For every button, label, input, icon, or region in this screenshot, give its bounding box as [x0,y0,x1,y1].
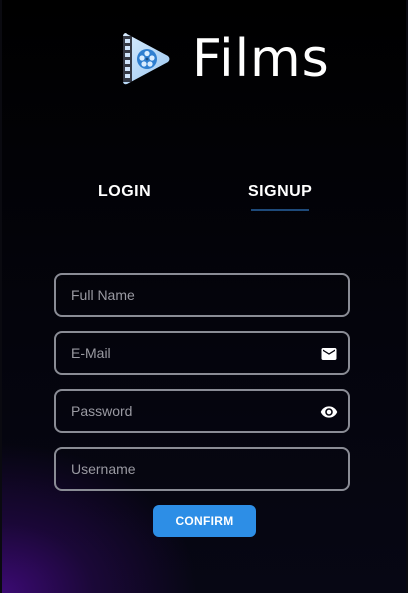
active-tab-indicator [251,209,309,211]
email-input[interactable] [56,345,311,361]
signup-screen: Films LOGIN SIGNUP CONFIRM [2,0,406,593]
full-name-field[interactable] [54,273,350,317]
eye-icon[interactable] [320,403,338,421]
app-logo: Films [120,30,330,88]
confirm-button[interactable]: CONFIRM [153,505,256,537]
full-name-input[interactable] [56,287,311,303]
password-input[interactable] [56,403,311,419]
mail-icon [321,348,337,360]
email-field[interactable] [54,331,350,375]
auth-tabs: LOGIN SIGNUP [2,183,406,223]
film-play-icon [123,33,170,85]
password-field[interactable] [54,389,350,433]
username-field[interactable] [54,447,350,491]
tab-login[interactable]: LOGIN [98,183,151,201]
username-input[interactable] [56,461,311,477]
tab-signup[interactable]: SIGNUP [248,183,312,201]
app-title: Films [192,29,330,89]
